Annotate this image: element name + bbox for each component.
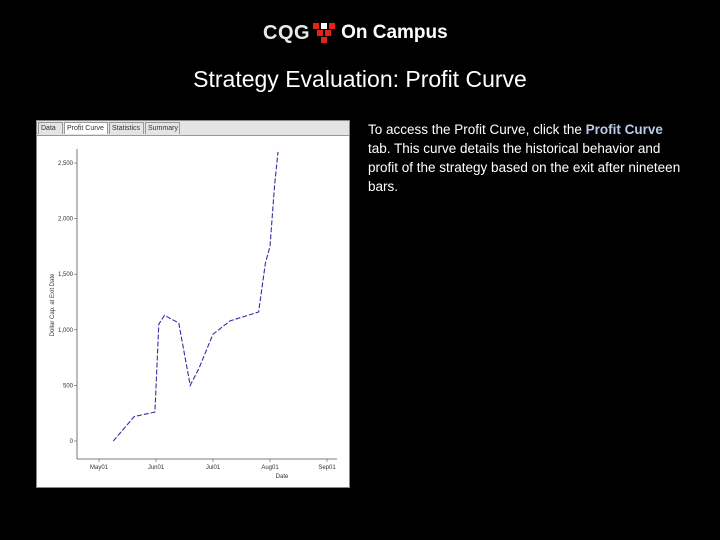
tab-summary[interactable]: Summary: [145, 122, 180, 134]
cqg-wordmark: CQG: [263, 21, 311, 44]
profit-curve-chart: 2,500 2,000 1,500 1,000 500 0 May01 Jun01 Jul01…: [50, 149, 337, 480]
description-before: To access the Profit Curve, click the: [368, 122, 586, 137]
y-tick-label: 1,500: [58, 272, 74, 278]
x-axis-label: Date: [276, 474, 289, 480]
x-tick-label: Aug01: [261, 465, 279, 471]
tab-profit-curve[interactable]: Profit Curve: [64, 122, 108, 134]
x-tick-label: May01: [90, 465, 109, 471]
cqg-on-campus-logo: CQG On Campus: [263, 22, 448, 44]
profit-curve-line: [112, 151, 279, 442]
slide-title: Strategy Evaluation: Profit Curve: [193, 66, 527, 92]
tab-bar: Data Profit Curve Statistics Summary: [37, 121, 349, 136]
y-tick-label: 0: [70, 439, 74, 445]
x-tick-label: Sep01: [318, 465, 336, 471]
y-axis-ticks: 2,500 2,000 1,500 1,000 500 0: [58, 161, 77, 445]
y-axis-label: Dollar Cap. at Exit Date: [50, 273, 56, 336]
y-tick-label: 2,000: [58, 217, 74, 223]
profit-curve-screenshot: Data Profit Curve Statistics Summary 2,5…: [36, 120, 350, 488]
on-campus-wordmark: On Campus: [341, 22, 448, 43]
description-after: tab. This curve details the historical b…: [368, 141, 681, 194]
y-tick-label: 500: [63, 383, 74, 389]
description-highlight: Profit Curve: [585, 122, 663, 137]
y-tick-label: 2,500: [58, 161, 74, 167]
tab-statistics[interactable]: Statistics: [109, 122, 144, 134]
x-axis-ticks: May01 Jun01 Jul01 Aug01 Sep01: [90, 459, 336, 471]
x-tick-label: Jul01: [206, 465, 221, 471]
description-text: To access the Profit Curve, click the Pr…: [368, 120, 688, 196]
y-tick-label: 1,000: [58, 328, 74, 334]
tab-data[interactable]: Data: [38, 122, 63, 134]
x-tick-label: Jun01: [148, 465, 165, 471]
cqg-mark-icon: [313, 23, 337, 43]
